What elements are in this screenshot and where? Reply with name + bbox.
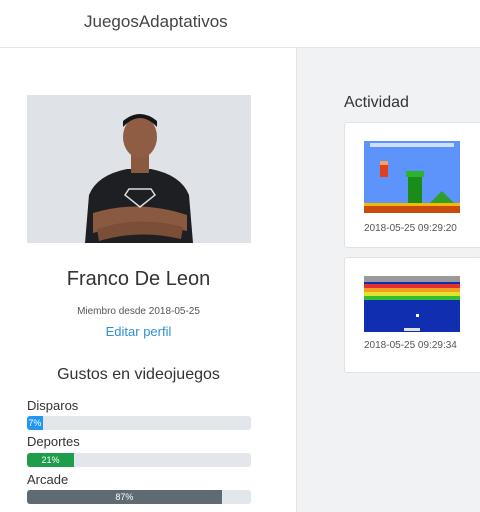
pref-bar-fill: 7% — [27, 416, 43, 430]
activity-card[interactable]: 2018-05-25 09:29:34 — [344, 257, 480, 373]
activity-title: Actividad — [344, 94, 409, 111]
platformer-game-thumbnail-icon — [364, 141, 460, 213]
pref-label-disparos: Disparos — [27, 398, 79, 413]
top-navbar: JuegosAdaptativos — [0, 0, 480, 48]
pref-bar-fill: 21% — [27, 453, 75, 467]
activity-date: 2018-05-25 09:29:20 — [364, 223, 457, 234]
pref-bar-fill: 87% — [27, 490, 222, 504]
pref-label-arcade: Arcade — [27, 472, 69, 487]
activity-card[interactable]: 2018-05-25 09:29:20 — [344, 122, 480, 248]
pref-bar-deportes: 21% — [27, 453, 251, 467]
activity-date: 2018-05-25 09:29:34 — [364, 340, 457, 351]
pref-bar-disparos: 7% — [27, 416, 251, 430]
breakout-game-thumbnail-icon — [364, 276, 460, 348]
preferences-title: Gustos en videojuegos — [57, 366, 220, 383]
edit-profile-link[interactable]: Editar perfil — [0, 324, 277, 339]
pref-bar-arcade: 87% — [27, 490, 251, 504]
pref-label-deportes: Deportes — [27, 434, 80, 449]
profile-photo — [27, 95, 251, 243]
profile-panel: Franco De Leon Miembro desde 2018-05-25 … — [0, 48, 297, 512]
member-since: Miembro desde 2018-05-25 — [77, 306, 200, 317]
brand-link[interactable]: JuegosAdaptativos — [84, 12, 228, 32]
profile-name: Franco De Leon — [66, 268, 211, 290]
